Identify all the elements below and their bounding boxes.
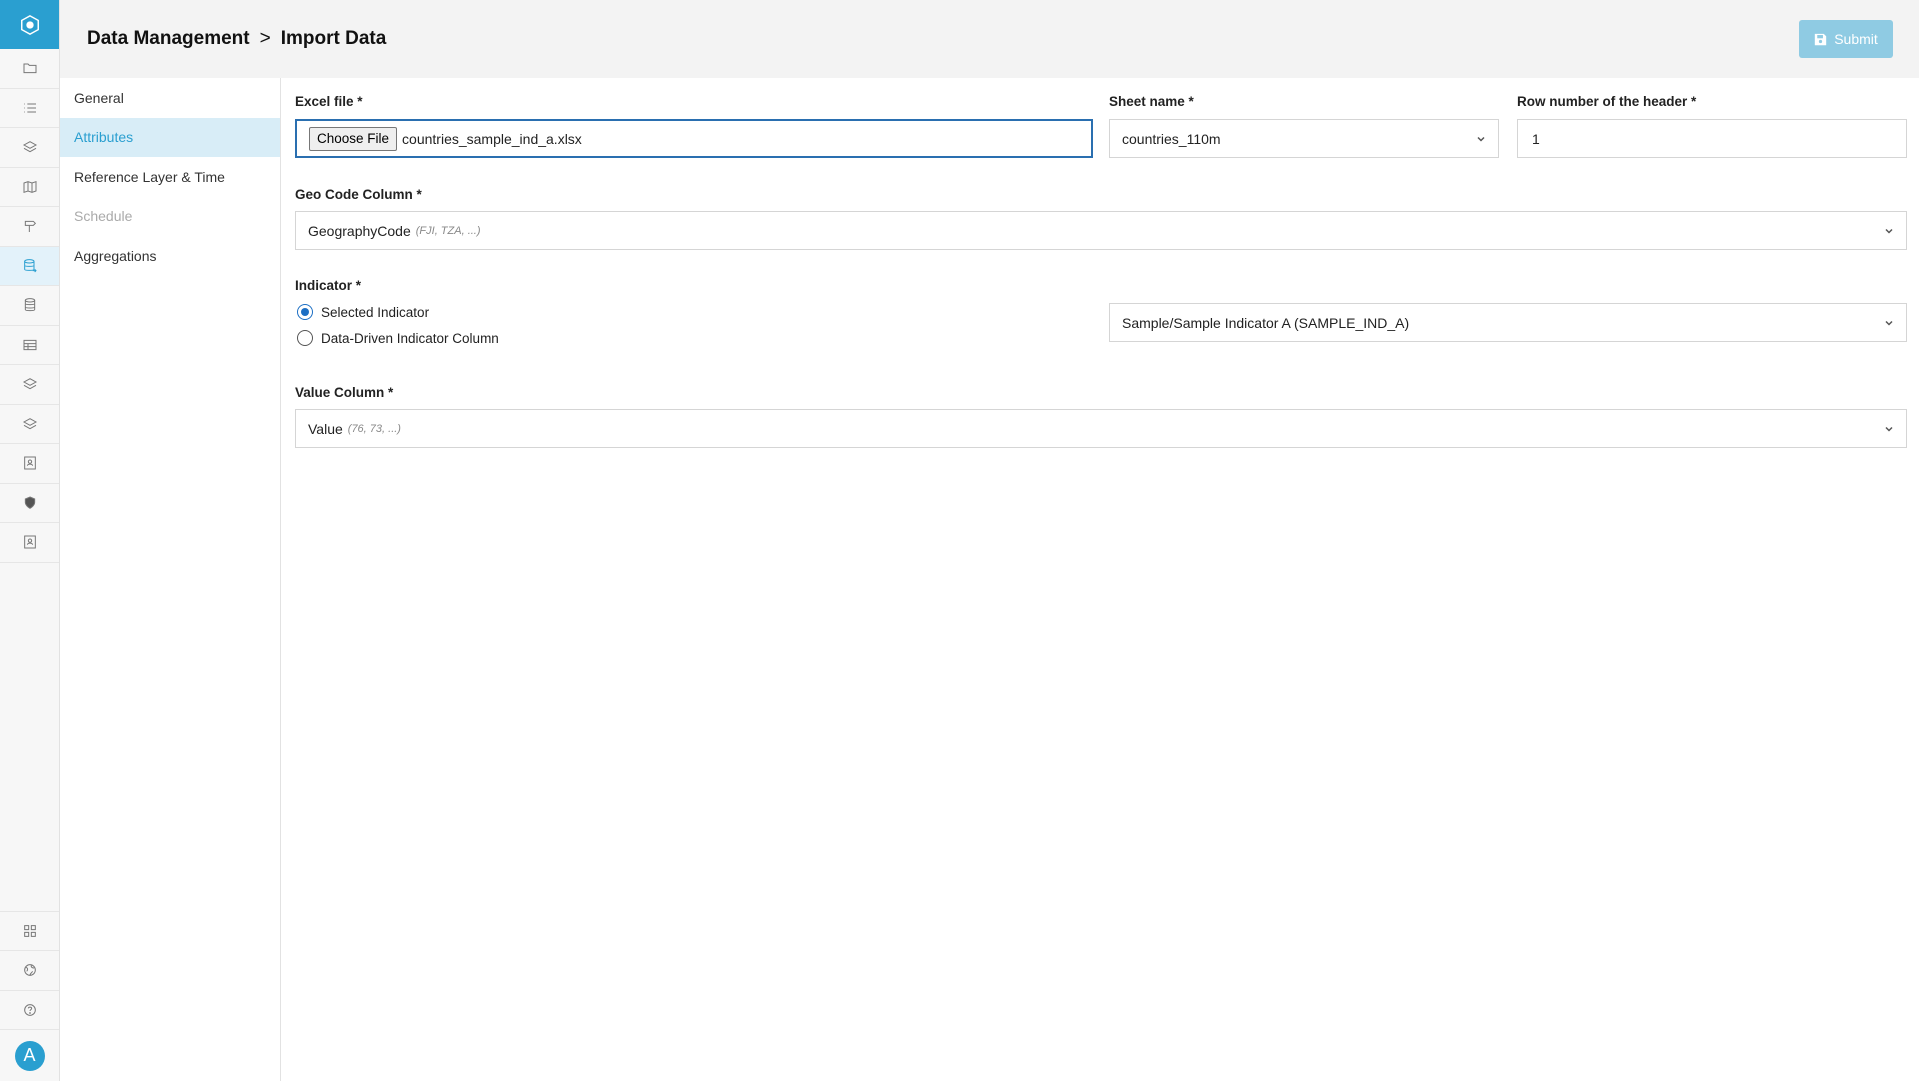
table-icon[interactable] bbox=[0, 326, 59, 365]
value-column-value: Value bbox=[308, 420, 343, 437]
database-icon[interactable] bbox=[0, 286, 59, 326]
radio-button[interactable] bbox=[297, 304, 313, 320]
list-icon[interactable] bbox=[0, 89, 59, 128]
radio-label: Selected Indicator bbox=[321, 304, 430, 320]
sheet-name-label: Sheet name * bbox=[1109, 94, 1194, 109]
header-row-value: 1 bbox=[1532, 130, 1540, 147]
section-label: Attributes bbox=[74, 129, 134, 146]
folder-icon[interactable] bbox=[0, 49, 59, 89]
user-menu[interactable]: A bbox=[0, 1029, 59, 1081]
layers-icon[interactable] bbox=[0, 365, 59, 405]
section-nav: General Attributes Reference Layer & Tim… bbox=[60, 78, 281, 1081]
grid-icon[interactable] bbox=[0, 910, 59, 951]
section-label: Aggregations bbox=[74, 247, 157, 264]
breadcrumb-separator: > bbox=[259, 28, 271, 49]
section-schedule: Schedule bbox=[60, 197, 280, 237]
chevron-down-icon bbox=[1884, 315, 1894, 331]
indicator-value: Sample/Sample Indicator A (SAMPLE_IND_A) bbox=[1122, 314, 1410, 331]
value-column-select[interactable]: Value (76, 73, ...) bbox=[295, 409, 1907, 448]
geo-code-value: GeographyCode bbox=[308, 222, 411, 239]
indicator-select[interactable]: Sample/Sample Indicator A (SAMPLE_IND_A) bbox=[1109, 303, 1907, 342]
breadcrumb-current: Import Data bbox=[280, 28, 387, 49]
sheet-name-value: countries_110m bbox=[1122, 130, 1221, 147]
value-column-hint: (76, 73, ...) bbox=[347, 422, 401, 435]
value-column-label: Value Column * bbox=[295, 385, 394, 400]
section-attributes[interactable]: Attributes bbox=[60, 117, 280, 157]
indicator-label: Indicator * bbox=[295, 278, 362, 293]
radio-selected-indicator[interactable]: Selected Indicator bbox=[297, 304, 429, 320]
rail-bottom: A bbox=[0, 910, 59, 1081]
submit-button[interactable]: Submit bbox=[1799, 20, 1893, 58]
globe-icon[interactable] bbox=[0, 950, 59, 990]
save-icon bbox=[1815, 33, 1827, 45]
layers-icon[interactable] bbox=[0, 128, 59, 168]
header-row-input[interactable]: 1 bbox=[1517, 119, 1907, 158]
radio-data-driven-indicator[interactable]: Data-Driven Indicator Column bbox=[297, 330, 499, 346]
contact-card-icon[interactable] bbox=[0, 523, 59, 563]
section-reference-layer-time[interactable]: Reference Layer & Time bbox=[60, 157, 280, 197]
app-logo-icon[interactable] bbox=[0, 0, 59, 49]
sheet-name-select[interactable]: countries_110m bbox=[1109, 119, 1499, 158]
section-aggregations[interactable]: Aggregations bbox=[60, 236, 280, 276]
geo-code-label: Geo Code Column * bbox=[295, 187, 422, 202]
layers-icon[interactable] bbox=[0, 405, 59, 444]
database-import-icon[interactable] bbox=[0, 246, 59, 286]
page-header: Data Management > Import Data Submit bbox=[60, 0, 1919, 78]
section-label: Reference Layer & Time bbox=[74, 168, 225, 185]
breadcrumb-parent[interactable]: Data Management bbox=[87, 28, 250, 50]
excel-file-input[interactable]: Choose File countries_sample_ind_a.xlsx bbox=[295, 119, 1093, 158]
geo-code-hint: (FJI, TZA, ...) bbox=[415, 224, 481, 237]
excel-file-name: countries_sample_ind_a.xlsx bbox=[402, 130, 582, 147]
submit-label: Submit bbox=[1834, 31, 1878, 47]
section-label: Schedule bbox=[74, 208, 133, 225]
contact-card-icon[interactable] bbox=[0, 444, 59, 484]
section-label: General bbox=[74, 89, 124, 106]
geo-code-select[interactable]: GeographyCode (FJI, TZA, ...) bbox=[295, 211, 1907, 250]
chevron-down-icon bbox=[1884, 421, 1894, 437]
choose-file-button[interactable]: Choose File bbox=[309, 126, 398, 151]
header-row-label: Row number of the header * bbox=[1517, 94, 1697, 109]
radio-label: Data-Driven Indicator Column bbox=[321, 330, 499, 346]
section-general[interactable]: General bbox=[60, 78, 280, 118]
chevron-down-icon bbox=[1476, 131, 1486, 147]
help-icon[interactable] bbox=[0, 989, 59, 1030]
shield-icon[interactable] bbox=[0, 484, 59, 523]
map-icon[interactable] bbox=[0, 168, 59, 207]
chevron-down-icon bbox=[1884, 223, 1894, 239]
avatar[interactable]: A bbox=[14, 1040, 45, 1071]
signpost-icon[interactable] bbox=[0, 207, 59, 247]
import-form: Excel file * Choose File countries_sampl… bbox=[281, 78, 1919, 1081]
excel-file-label: Excel file * bbox=[295, 94, 363, 109]
icon-rail: A bbox=[0, 0, 60, 1081]
radio-button[interactable] bbox=[297, 330, 313, 346]
